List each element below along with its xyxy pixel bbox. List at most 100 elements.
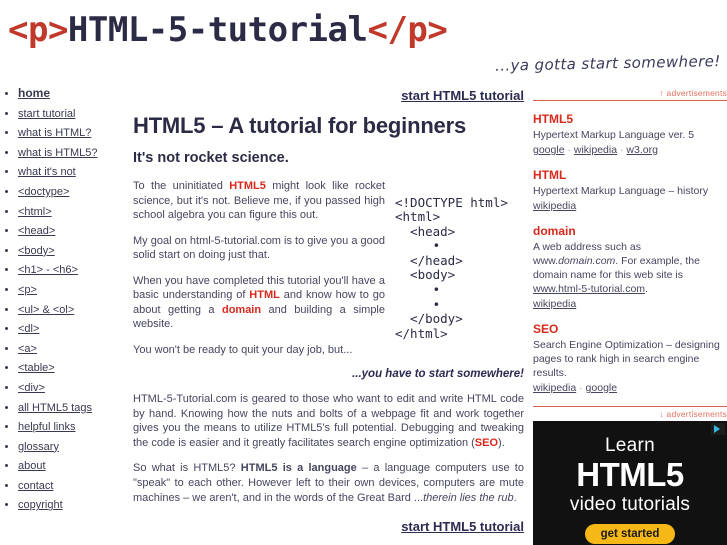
sidebar-link-0[interactable]: home [18,86,50,100]
glossary-links-1: wikipedia [533,199,727,213]
glossary-term-3: SEO [533,322,559,336]
p1-highlight: HTML5 [229,180,266,192]
sidebar-item-4: what it's not [18,167,130,178]
sidebar-item-5: <doctype> [18,186,130,198]
banner-line-2: HTML5 [576,456,684,493]
logo-close-tag: </p> [367,10,448,50]
sidebar-item-0: home [18,86,130,100]
glossary-def-part-c: . [645,283,648,295]
sidebar-link-10[interactable]: <p> [18,284,37,296]
sidebar-item-6: <html> [18,206,130,218]
sidebar-link-16[interactable]: all HTML5 tags [18,402,92,414]
glossary-link-separator: · [576,382,586,394]
p1-part-a: To the uninitiated [133,180,230,192]
sidebar-item-1: start tutorial [18,108,130,120]
start-tutorial-link-bottom[interactable]: start HTML5 tutorial [401,519,524,534]
sidebar-link-5[interactable]: <doctype> [18,186,69,198]
sidebar-item-21: copyright [18,500,130,511]
pull-quote: ...you have to start somewhere! [352,368,524,380]
get-started-button[interactable]: get started [584,524,676,544]
sidebar-link-20[interactable]: contact [18,480,53,492]
page-title: HTML5 – A tutorial for beginners [133,113,466,138]
glossary-definition-3: Search Engine Optimization – designing p… [533,339,720,379]
sidebar-link-6[interactable]: <html> [18,206,52,218]
sidebar-link-1[interactable]: start tutorial [18,108,75,120]
intro-paragraph-3: When you have completed this tutorial yo… [133,274,385,332]
glossary-definition-2: A web address such as www.domain.com. Fo… [533,240,727,296]
glossary-links-0: google · wikipedia · w3.org [533,143,727,157]
glossary-link-0-0[interactable]: google [533,144,565,156]
glossary-link-0-1[interactable]: wikipedia [574,144,617,156]
sidebar-item-7: <head> [18,226,130,237]
sidebar-link-11[interactable]: <ul> & <ol> [18,304,74,316]
top-cta-row: start HTML5 tutorial [133,88,524,103]
right-sidebar: ↑ advertisements HTML5 Hypertext Markup L… [533,88,727,545]
adchoices-triangle-icon [714,425,720,433]
sidebar-link-15[interactable]: <div> [18,382,45,394]
sidebar-link-21[interactable]: copyright [18,499,63,511]
adchoices-icon[interactable] [711,423,725,435]
site-tagline: ...ya gotta start somewhere! [495,52,722,75]
p6-italic-phrase: therein lies the rub [423,491,514,504]
body-paragraph-1: HTML-5-Tutorial.com is geared to those w… [133,392,524,450]
sidebar-item-15: <div> [18,382,130,394]
sidebar-item-11: <ul> & <ol> [18,304,130,316]
intro-paragraph-2: My goal on html-5-tutorial.com is to giv… [133,234,385,262]
sidebar-item-20: contact [18,480,130,492]
sidebar-link-9[interactable]: <h1> - <h6> [18,264,78,276]
page-subtitle: It's not rocket science. [133,150,289,166]
sidebar-item-19: about [18,461,130,472]
p3-highlight-html: HTML [249,289,280,301]
p6-part-a: So what is HTML5? [133,462,241,475]
sidebar-link-13[interactable]: <a> [18,343,37,355]
intro-text-column: To the uninitiated HTML5 might look like… [133,179,385,357]
glossary-link-3-0[interactable]: wikipedia [533,382,576,394]
banner-advertisement[interactable]: Learn HTML5 video tutorials get started … [533,421,727,545]
glossary-definition-1: Hypertext Markup Language – history [533,185,709,197]
sidebar-item-13: <a> [18,343,130,355]
sidebar-link-4[interactable]: what it's not [18,166,76,178]
glossary-definition-0: Hypertext Markup Language ver. 5 [533,129,695,141]
site-logo: <p>HTML-5-tutorial</p> [8,10,448,50]
sidebar-item-12: <dl> [18,324,130,335]
start-tutorial-link-top[interactable]: start HTML5 tutorial [401,88,524,103]
glossary-links-3: wikipedia · google [533,381,727,395]
glossary-link-3-1[interactable]: google [586,382,618,394]
p5-highlight-seo: SEO [474,436,499,449]
glossary-link-0-2[interactable]: w3.org [626,144,658,156]
divider-top [533,100,727,101]
glossary-def-link[interactable]: www.html-5-tutorial.com [533,283,645,295]
body-paragraph-2: So what is HTML5? HTML5 is a language – … [133,461,524,505]
sidebar-link-19[interactable]: about [18,460,46,472]
p5-part-b: ). [498,436,505,449]
intro-section: To the uninitiated HTML5 might look like… [133,179,524,357]
glossary-link-2-0[interactable]: wikipedia [533,298,576,310]
sidebar-item-17: helpful links [18,422,130,433]
p6-bold-phrase: HTML5 is a language [240,462,357,475]
sidebar-item-14: <table> [18,363,130,374]
sidebar-link-3[interactable]: what is HTML5? [18,147,97,159]
sidebar-list: home start tutorial what is HTML? what is H… [0,86,130,511]
sidebar-link-8[interactable]: <body> [18,245,55,257]
sidebar-link-14[interactable]: <table> [18,362,55,374]
sidebar-link-2[interactable]: what is HTML? [18,127,91,139]
p6-part-c: . [513,491,517,504]
banner-line-3: video tutorials [569,494,691,515]
logo-title: HTML-5-tutorial [67,10,368,50]
sidebar-link-12[interactable]: <dl> [18,323,39,335]
ad-label-bottom: ↓ advertisements [659,409,727,419]
sidebar-link-18[interactable]: glossary [18,441,59,453]
sidebar-item-2: what is HTML? [18,128,130,139]
sidebar-item-10: <p> [18,284,130,296]
glossary-link-1-0[interactable]: wikipedia [533,200,576,212]
page-body: home start tutorial what is HTML? what is H… [0,86,727,545]
glossary-link-separator: · [564,144,574,156]
intro-paragraph-4: You won't be ready to quit your day job,… [133,343,353,356]
html-skeleton-code-sample: <!DOCTYPE html> <html> <head> • </head> … [395,194,508,341]
intro-paragraph-1: To the uninitiated HTML5 might look like… [133,179,385,223]
glossary-term-2: domain [533,224,576,238]
sidebar-link-7[interactable]: <head> [18,225,55,237]
site-header: <p>HTML-5-tutorial</p> ...ya gotta start… [0,0,727,88]
glossary-def-italic: domain.com [558,255,616,267]
sidebar-link-17[interactable]: helpful links [18,421,75,433]
